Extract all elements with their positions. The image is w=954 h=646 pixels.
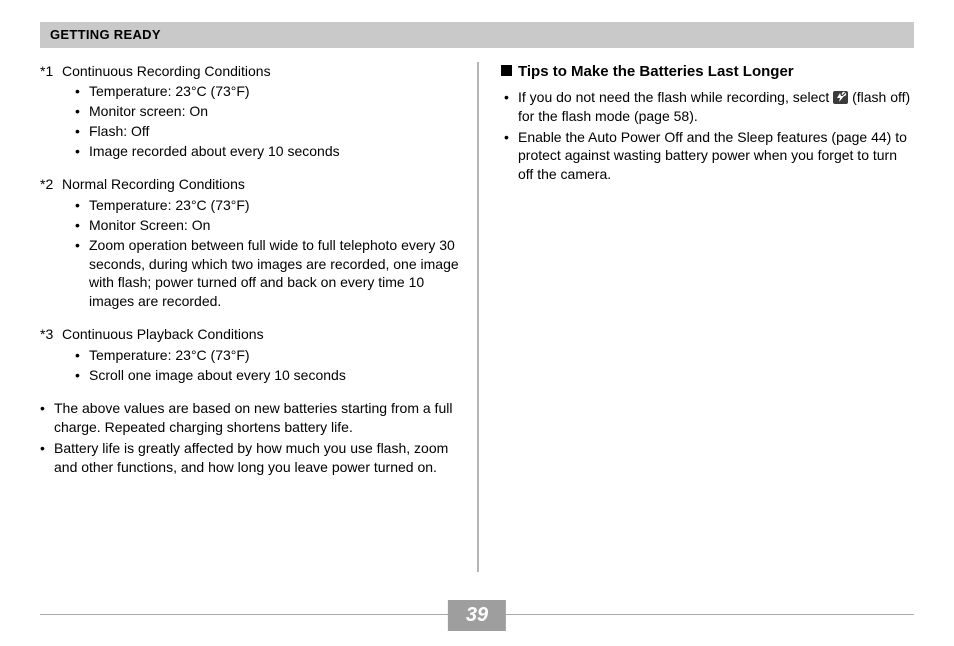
footnote-1-head: *1 Continuous Recording Conditions [40, 62, 459, 81]
footnote-2-head: *2 Normal Recording Conditions [40, 175, 459, 194]
list-item-text: Flash: Off [89, 122, 459, 141]
list-item: • Enable the Auto Power Off and the Slee… [501, 128, 914, 185]
footnote-ref: *3 [40, 325, 62, 344]
footnote-ref: *2 [40, 175, 62, 194]
bullet-icon: • [75, 366, 89, 385]
bullet-icon: • [40, 439, 54, 477]
list-item-text: Image recorded about every 10 seconds [89, 142, 459, 161]
section-header-text: GETTING READY [50, 27, 161, 42]
flash-off-icon [833, 90, 848, 103]
list-item: •Monitor screen: On [75, 102, 459, 121]
footnote-title: Normal Recording Conditions [62, 175, 459, 194]
list-item: • If you do not need the flash while rec… [501, 88, 914, 126]
bullet-icon: • [75, 236, 89, 312]
list-item-text: Temperature: 23°C (73°F) [89, 346, 459, 365]
square-bullet-icon [501, 65, 512, 76]
list-item-text: Zoom operation between full wide to full… [89, 236, 459, 312]
list-item: •Zoom operation between full wide to ful… [75, 236, 459, 312]
right-column: Tips to Make the Batteries Last Longer •… [477, 62, 914, 572]
footnote-3-head: *3 Continuous Playback Conditions [40, 325, 459, 344]
bullet-icon: • [75, 196, 89, 215]
page-number: 39 [466, 604, 488, 626]
tips-heading-text: Tips to Make the Batteries Last Longer [518, 63, 794, 80]
bullet-icon: • [75, 142, 89, 161]
columns: *1 Continuous Recording Conditions •Temp… [40, 62, 914, 572]
left-column: *1 Continuous Recording Conditions •Temp… [40, 62, 477, 572]
tips-heading: Tips to Make the Batteries Last Longer [501, 62, 914, 82]
footnote-1-list: •Temperature: 23°C (73°F) •Monitor scree… [40, 82, 459, 161]
bullet-icon: • [75, 346, 89, 365]
list-item-text: Monitor screen: On [89, 102, 459, 121]
bullet-icon: • [40, 399, 54, 437]
footnote-1: *1 Continuous Recording Conditions •Temp… [40, 62, 459, 161]
bullet-icon: • [501, 88, 518, 126]
list-item: •Scroll one image about every 10 seconds [75, 366, 459, 385]
bullet-icon: • [501, 128, 518, 185]
page-footer: 39 [40, 600, 914, 628]
page-number-box: 39 [448, 600, 506, 631]
list-item-text: The above values are based on new batter… [54, 399, 459, 437]
list-item: •Image recorded about every 10 seconds [75, 142, 459, 161]
footnote-3-list: •Temperature: 23°C (73°F) •Scroll one im… [40, 346, 459, 385]
footnote-3: *3 Continuous Playback Conditions •Tempe… [40, 325, 459, 385]
bullet-icon: • [75, 216, 89, 235]
list-item: •Temperature: 23°C (73°F) [75, 82, 459, 101]
footnote-title: Continuous Playback Conditions [62, 325, 459, 344]
footnote-ref: *1 [40, 62, 62, 81]
list-item-text: Enable the Auto Power Off and the Sleep … [518, 128, 914, 185]
footnote-title: Continuous Recording Conditions [62, 62, 459, 81]
list-item-text: Temperature: 23°C (73°F) [89, 196, 459, 215]
list-item-text: Temperature: 23°C (73°F) [89, 82, 459, 101]
list-item-text: If you do not need the flash while recor… [518, 88, 914, 126]
list-item: •Flash: Off [75, 122, 459, 141]
list-item: •Temperature: 23°C (73°F) [75, 346, 459, 365]
tip-text-before: If you do not need the flash while recor… [518, 89, 833, 105]
list-item: •Monitor Screen: On [75, 216, 459, 235]
tip-text: Enable the Auto Power Off and the Sleep … [518, 129, 907, 183]
list-item-text: Monitor Screen: On [89, 216, 459, 235]
bullet-icon: • [75, 102, 89, 121]
manual-page: GETTING READY *1 Continuous Recording Co… [0, 0, 954, 646]
footnote-2-list: •Temperature: 23°C (73°F) •Monitor Scree… [40, 196, 459, 311]
section-header-bar: GETTING READY [40, 22, 914, 48]
notes-list: •The above values are based on new batte… [40, 399, 459, 477]
list-item: •Battery life is greatly affected by how… [40, 439, 459, 477]
footnote-2: *2 Normal Recording Conditions •Temperat… [40, 175, 459, 311]
bullet-icon: • [75, 82, 89, 101]
list-item-text: Battery life is greatly affected by how … [54, 439, 459, 477]
bullet-icon: • [75, 122, 89, 141]
list-item-text: Scroll one image about every 10 seconds [89, 366, 459, 385]
list-item: •Temperature: 23°C (73°F) [75, 196, 459, 215]
list-item: •The above values are based on new batte… [40, 399, 459, 437]
